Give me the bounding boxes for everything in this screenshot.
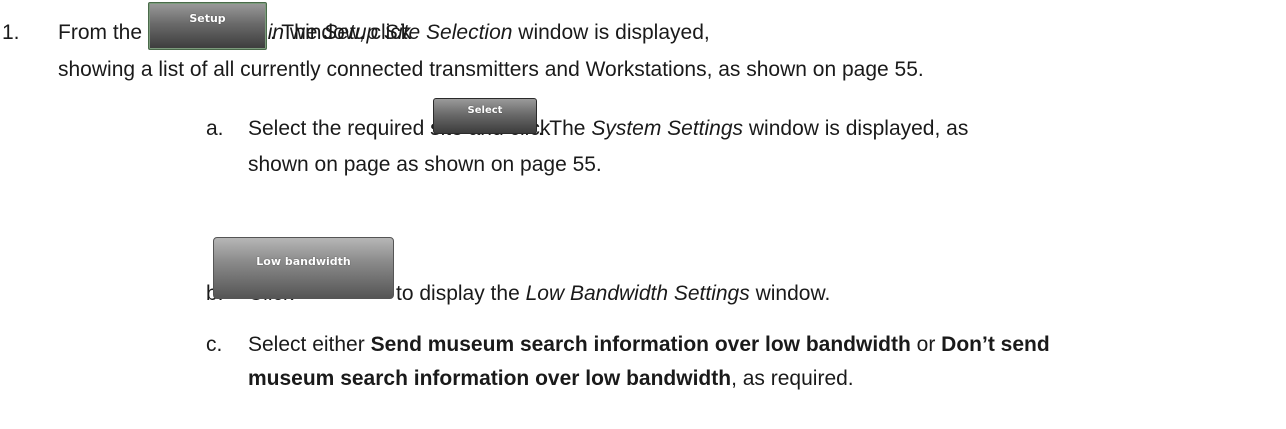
substep-letter-a: a. (206, 117, 224, 140)
step-number: 1. (2, 21, 20, 44)
low-bandwidth-button[interactable]: Low bandwidth (213, 237, 394, 299)
step-1-line-1b: . The Setup Site Selection window is dis… (270, 21, 710, 44)
substep-c-line-1: Select either Send museum search informa… (248, 333, 1050, 356)
substep-c-line-2: museum search information over low bandw… (248, 367, 854, 390)
step-1-line-2: showing a list of all currently connecte… (58, 58, 924, 81)
substep-a-line-1b: . The System Settings window is displaye… (538, 117, 969, 140)
setup-button[interactable]: Setup (148, 2, 267, 50)
substep-letter-c: c. (206, 333, 223, 356)
substep-b-line-1b: to display the Low Bandwidth Settings wi… (396, 282, 831, 305)
select-button[interactable]: Select (433, 98, 537, 134)
substep-a-line-2: shown on page as shown on page 55. (248, 153, 602, 176)
